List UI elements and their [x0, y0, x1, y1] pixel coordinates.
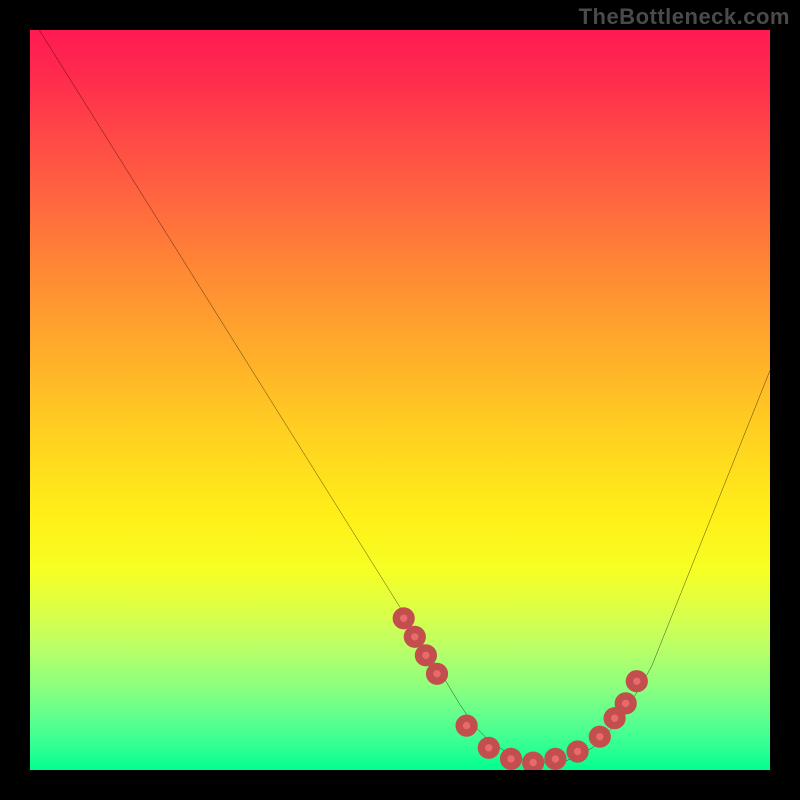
- highlight-dot: [407, 629, 422, 644]
- watermark-text: TheBottleneck.com: [579, 4, 790, 30]
- highlight-dot: [459, 718, 474, 733]
- bottleneck-curve: [30, 30, 770, 763]
- highlight-dot: [504, 752, 519, 767]
- highlight-dot: [396, 611, 411, 626]
- highlight-dot: [481, 740, 496, 755]
- highlight-dot: [570, 744, 585, 759]
- highlight-dot: [548, 752, 563, 767]
- highlight-dot: [618, 696, 633, 711]
- chart-svg: [30, 30, 770, 770]
- highlight-dot: [592, 729, 607, 744]
- plot-area: [30, 30, 770, 770]
- highlight-dot: [526, 755, 541, 770]
- highlight-dot: [419, 648, 434, 663]
- chart-frame: TheBottleneck.com: [0, 0, 800, 800]
- highlight-dot: [629, 674, 644, 689]
- highlight-dots-group: [396, 611, 644, 770]
- highlight-dot: [430, 666, 445, 681]
- highlight-dot: [607, 711, 622, 726]
